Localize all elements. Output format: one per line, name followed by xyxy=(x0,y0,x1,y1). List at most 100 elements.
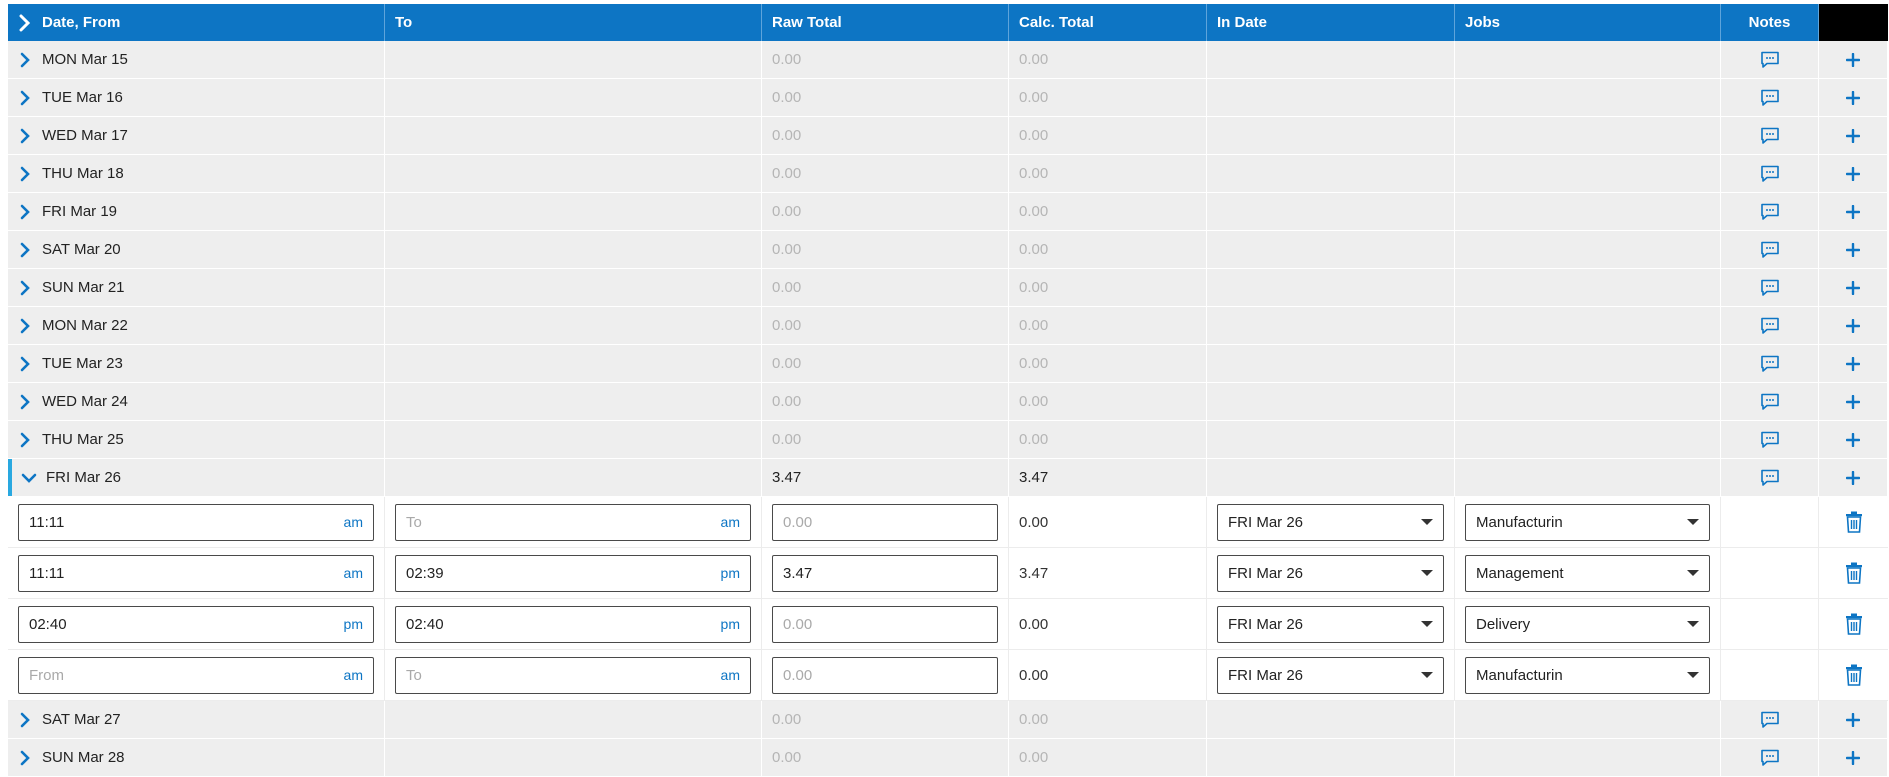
to-ampm-toggle[interactable]: am xyxy=(721,514,740,530)
comment-icon[interactable] xyxy=(1756,706,1784,734)
comment-icon[interactable] xyxy=(1756,274,1784,302)
comment-icon[interactable] xyxy=(1756,426,1784,454)
chevron-down-icon[interactable] xyxy=(12,459,46,496)
from-time-input[interactable]: From am xyxy=(18,656,374,694)
plus-icon[interactable] xyxy=(1839,84,1867,112)
to-time-input[interactable]: 02:40 pm xyxy=(395,605,751,643)
chevron-right-icon[interactable] xyxy=(8,345,42,382)
chevron-right-icon[interactable] xyxy=(8,79,42,116)
day-row[interactable]: WED Mar 24 0.00 0.00 xyxy=(8,383,1888,421)
day-row[interactable]: SUN Mar 21 0.00 0.00 xyxy=(8,269,1888,307)
day-calc-total: 0.00 xyxy=(1009,421,1207,458)
to-ampm-toggle[interactable]: am xyxy=(721,667,740,683)
raw-total-input[interactable]: 0.00 xyxy=(772,605,998,643)
day-raw-total: 3.47 xyxy=(762,459,1009,496)
plus-icon[interactable] xyxy=(1839,274,1867,302)
plus-icon[interactable] xyxy=(1839,312,1867,340)
plus-icon[interactable] xyxy=(1839,464,1867,492)
comment-icon[interactable] xyxy=(1756,160,1784,188)
plus-icon[interactable] xyxy=(1839,744,1867,772)
chevron-right-icon[interactable] xyxy=(8,155,42,192)
in-date-select[interactable]: FRI Mar 26 xyxy=(1217,605,1444,643)
raw-total-input[interactable]: 3.47 xyxy=(772,554,998,592)
chevron-right-icon[interactable] xyxy=(8,193,42,230)
trash-icon[interactable] xyxy=(1840,661,1868,689)
raw-cell: 0.00 xyxy=(762,650,1009,700)
comment-icon[interactable] xyxy=(1756,46,1784,74)
chevron-right-icon[interactable] xyxy=(8,41,42,78)
job-select[interactable]: Manufacturin xyxy=(1465,503,1710,541)
day-row[interactable]: SAT Mar 27 0.00 0.00 xyxy=(8,701,1888,739)
to-time-input[interactable]: To am xyxy=(395,656,751,694)
day-row[interactable]: MON Mar 15 0.00 0.00 xyxy=(8,41,1888,79)
comment-icon[interactable] xyxy=(1756,198,1784,226)
comment-icon[interactable] xyxy=(1756,464,1784,492)
comment-icon[interactable] xyxy=(1756,122,1784,150)
expand-all-chevron-icon[interactable] xyxy=(8,4,42,41)
caret-down-icon xyxy=(1687,621,1699,627)
day-calc-total: 0.00 xyxy=(1009,193,1207,230)
day-label: FRI Mar 19 xyxy=(42,203,118,220)
plus-icon[interactable] xyxy=(1839,706,1867,734)
time-entry-row: 02:40 pm 02:40 pm 0.00 0.00 FRI Mar 26 Delivery xyxy=(8,599,1888,650)
raw-total-input[interactable]: 0.00 xyxy=(772,503,998,541)
job-select[interactable]: Management xyxy=(1465,554,1710,592)
plus-icon[interactable] xyxy=(1839,46,1867,74)
day-row[interactable]: THU Mar 18 0.00 0.00 xyxy=(8,155,1888,193)
day-row[interactable]: MON Mar 22 0.00 0.00 xyxy=(8,307,1888,345)
in-date-select[interactable]: FRI Mar 26 xyxy=(1217,554,1444,592)
from-time-input[interactable]: 11:11 am xyxy=(18,503,374,541)
day-row[interactable]: TUE Mar 16 0.00 0.00 xyxy=(8,79,1888,117)
day-row[interactable]: WED Mar 17 0.00 0.00 xyxy=(8,117,1888,155)
day-row[interactable]: TUE Mar 23 0.00 0.00 xyxy=(8,345,1888,383)
comment-icon[interactable] xyxy=(1756,388,1784,416)
in-date-select[interactable]: FRI Mar 26 xyxy=(1217,656,1444,694)
chevron-right-icon[interactable] xyxy=(8,269,42,306)
from-ampm-toggle[interactable]: am xyxy=(344,514,363,530)
day-raw-total: 0.00 xyxy=(762,383,1009,420)
day-row[interactable]: THU Mar 25 0.00 0.00 xyxy=(8,421,1888,459)
day-row[interactable]: FRI Mar 26 3.47 3.47 xyxy=(8,459,1888,497)
chevron-right-icon[interactable] xyxy=(8,231,42,268)
plus-icon[interactable] xyxy=(1839,350,1867,378)
in-date-select[interactable]: FRI Mar 26 xyxy=(1217,503,1444,541)
from-ampm-toggle[interactable]: pm xyxy=(344,616,363,632)
day-in-date-cell xyxy=(1207,193,1455,230)
plus-icon[interactable] xyxy=(1839,236,1867,264)
day-row[interactable]: SAT Mar 20 0.00 0.00 xyxy=(8,231,1888,269)
from-ampm-toggle[interactable]: am xyxy=(344,667,363,683)
to-ampm-toggle[interactable]: pm xyxy=(721,616,740,632)
to-time-input[interactable]: To am xyxy=(395,503,751,541)
plus-icon[interactable] xyxy=(1839,198,1867,226)
to-time-input[interactable]: 02:39 pm xyxy=(395,554,751,592)
day-notes-cell xyxy=(1721,701,1819,738)
from-time-input[interactable]: 11:11 am xyxy=(18,554,374,592)
comment-icon[interactable] xyxy=(1756,84,1784,112)
chevron-right-icon[interactable] xyxy=(8,117,42,154)
trash-icon[interactable] xyxy=(1840,559,1868,587)
from-ampm-toggle[interactable]: am xyxy=(344,565,363,581)
job-select[interactable]: Delivery xyxy=(1465,605,1710,643)
chevron-right-icon[interactable] xyxy=(8,701,42,738)
day-row[interactable]: SUN Mar 28 0.00 0.00 xyxy=(8,739,1888,777)
plus-icon[interactable] xyxy=(1839,160,1867,188)
chevron-right-icon[interactable] xyxy=(8,421,42,458)
chevron-right-icon[interactable] xyxy=(8,383,42,420)
comment-icon[interactable] xyxy=(1756,312,1784,340)
comment-icon[interactable] xyxy=(1756,744,1784,772)
job-select[interactable]: Manufacturin xyxy=(1465,656,1710,694)
from-time-input[interactable]: 02:40 pm xyxy=(18,605,374,643)
raw-total-input[interactable]: 0.00 xyxy=(772,656,998,694)
chevron-right-icon[interactable] xyxy=(8,739,42,776)
plus-icon[interactable] xyxy=(1839,122,1867,150)
day-row[interactable]: FRI Mar 19 0.00 0.00 xyxy=(8,193,1888,231)
day-in-date-cell xyxy=(1207,459,1455,496)
comment-icon[interactable] xyxy=(1756,236,1784,264)
plus-icon[interactable] xyxy=(1839,388,1867,416)
trash-icon[interactable] xyxy=(1840,610,1868,638)
plus-icon[interactable] xyxy=(1839,426,1867,454)
comment-icon[interactable] xyxy=(1756,350,1784,378)
trash-icon[interactable] xyxy=(1840,508,1868,536)
to-ampm-toggle[interactable]: pm xyxy=(721,565,740,581)
chevron-right-icon[interactable] xyxy=(8,307,42,344)
